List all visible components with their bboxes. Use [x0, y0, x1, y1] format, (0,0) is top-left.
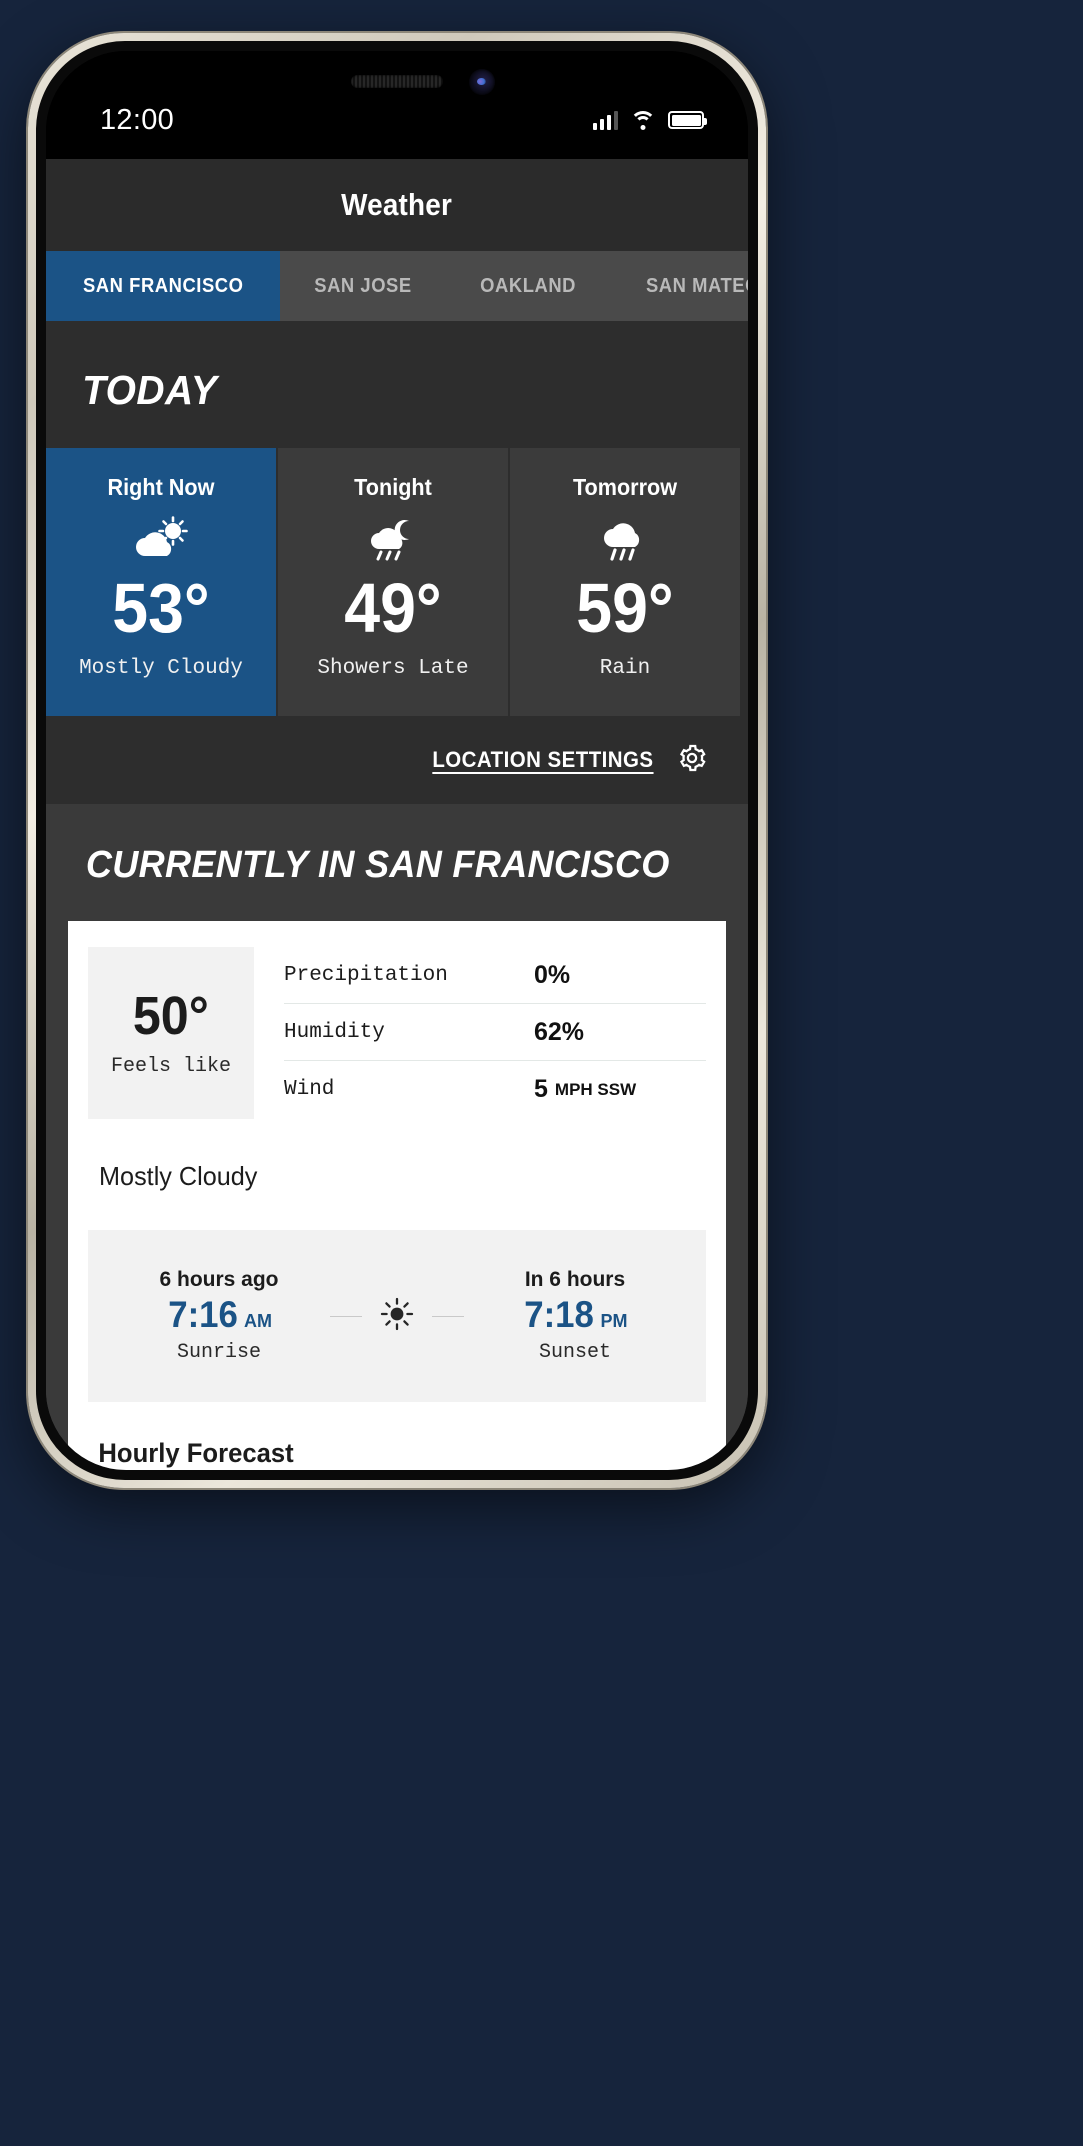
tab-label: OAKLAND	[480, 274, 577, 297]
sun-icon	[380, 1297, 414, 1336]
sunrise-label: Sunrise	[176, 1340, 261, 1364]
sunset-block: In 6 hours 7:18 PM Sunset	[470, 1268, 680, 1363]
stat-value: 5	[534, 1075, 548, 1103]
page-title: Weather	[341, 187, 453, 222]
hourly-forecast-heading: Hourly Forecast	[98, 1438, 294, 1468]
tab-san-francisco[interactable]: SAN FRANCISCO	[46, 251, 281, 321]
moon-cloud-rain-icon	[278, 511, 508, 567]
card-description: Rain	[599, 657, 651, 680]
sunrise-relative: 6 hours ago	[159, 1268, 279, 1292]
weather-app: Weather SAN FRANCISCO SAN JOSE OAKLAND S…	[46, 159, 748, 1470]
sun-progress-track	[324, 1297, 470, 1336]
cloud-rain-icon	[510, 511, 740, 567]
stat-list: Precipitation 0% Humidity 62% Wind 5 MPH…	[284, 947, 706, 1119]
tab-label: SAN FRANCISCO	[82, 274, 244, 297]
forecast-card-tonight[interactable]: Tonight 49° Showers Late	[278, 448, 510, 716]
sun-timeline: 6 hours ago 7:16 AM Sunrise In 6 hours 7…	[88, 1230, 706, 1402]
location-settings-label[interactable]: LOCATION SETTINGS	[432, 747, 653, 773]
feels-like-label: Feels like	[110, 1054, 232, 1078]
card-temperature: 59°	[576, 569, 674, 647]
front-camera-icon	[469, 69, 495, 95]
location-settings-row[interactable]: LOCATION SETTINGS	[46, 716, 748, 804]
sunrise-time: 7:16	[168, 1294, 238, 1336]
stat-row-wind: Wind 5 MPH SSW	[284, 1061, 706, 1118]
today-cards: Right Now 53° Mostly Cloudy Tonight 49° …	[46, 448, 748, 716]
card-description: Showers Late	[317, 657, 469, 680]
today-section: TODAY Right Now 53° Mostly Cloudy Tonigh…	[46, 321, 748, 716]
stat-key: Precipitation	[284, 963, 448, 987]
card-temperature: 49°	[344, 569, 442, 647]
currently-section: CURRENTLY IN SAN FRANCISCO 50° Feels lik…	[46, 804, 748, 1470]
stat-value: 0%	[534, 960, 571, 989]
card-label: Tomorrow	[572, 474, 678, 500]
sunset-ampm: PM	[600, 1311, 628, 1332]
city-tab-bar[interactable]: SAN FRANCISCO SAN JOSE OAKLAND SAN MATEO…	[46, 251, 748, 321]
current-stats-wrap: 50° Feels like Precipitation 0% Humidity	[68, 947, 726, 1119]
app-header: Weather	[46, 159, 748, 251]
sunset-label: Sunset	[538, 1340, 611, 1364]
sunrise-block: 6 hours ago 7:16 AM Sunrise	[114, 1268, 324, 1363]
forecast-card-tomorrow[interactable]: Tomorrow 59° Rain	[510, 448, 742, 716]
notch-area	[46, 51, 748, 159]
feels-like-temperature: 50°	[133, 985, 209, 1046]
card-label: Right Now	[107, 474, 215, 500]
sunrise-ampm: AM	[244, 1311, 273, 1332]
gear-icon[interactable]	[676, 742, 708, 779]
phone-bezel: 12:00 Weather SAN FRANCISCO SAN JOSE OAK…	[36, 41, 758, 1480]
card-description: Mostly Cloudy	[79, 657, 243, 680]
tab-oakland[interactable]: OAKLAND	[446, 251, 610, 321]
tab-san-mateo[interactable]: SAN MATEO	[611, 251, 748, 321]
sunset-time: 7:18	[524, 1294, 595, 1336]
sun-line-left	[330, 1315, 362, 1317]
forecast-card-right-now[interactable]: Right Now 53° Mostly Cloudy	[46, 448, 278, 716]
phone-screen: 12:00 Weather SAN FRANCISCO SAN JOSE OAK…	[46, 51, 748, 1470]
stat-key: Humidity	[284, 1020, 385, 1044]
stat-key: Wind	[284, 1078, 335, 1101]
stat-row-humidity: Humidity 62%	[284, 1004, 706, 1061]
sun-behind-cloud-icon	[46, 511, 276, 567]
stat-unit: MPH SSW	[554, 1079, 637, 1099]
sunset-relative: In 6 hours	[524, 1268, 626, 1292]
currently-heading: CURRENTLY IN SAN FRANCISCO	[85, 844, 670, 886]
sun-line-right	[432, 1315, 464, 1317]
tab-san-jose[interactable]: SAN JOSE	[280, 251, 446, 321]
feels-like-box: 50° Feels like	[88, 947, 254, 1119]
earpiece-speaker-icon	[351, 75, 443, 88]
phone-frame: 12:00 Weather SAN FRANCISCO SAN JOSE OAK…	[28, 33, 766, 1488]
current-conditions-card: 50° Feels like Precipitation 0% Humidity	[68, 921, 726, 1470]
stat-value: 62%	[534, 1017, 585, 1046]
tab-label: SAN MATEO	[645, 274, 748, 297]
current-condition-text: Mostly Cloudy	[99, 1161, 258, 1191]
stat-row-precipitation: Precipitation 0%	[284, 947, 706, 1004]
today-heading: TODAY	[82, 367, 218, 413]
tab-label: SAN JOSE	[314, 274, 413, 297]
card-temperature: 53°	[112, 569, 210, 647]
card-label: Tonight	[354, 474, 432, 500]
